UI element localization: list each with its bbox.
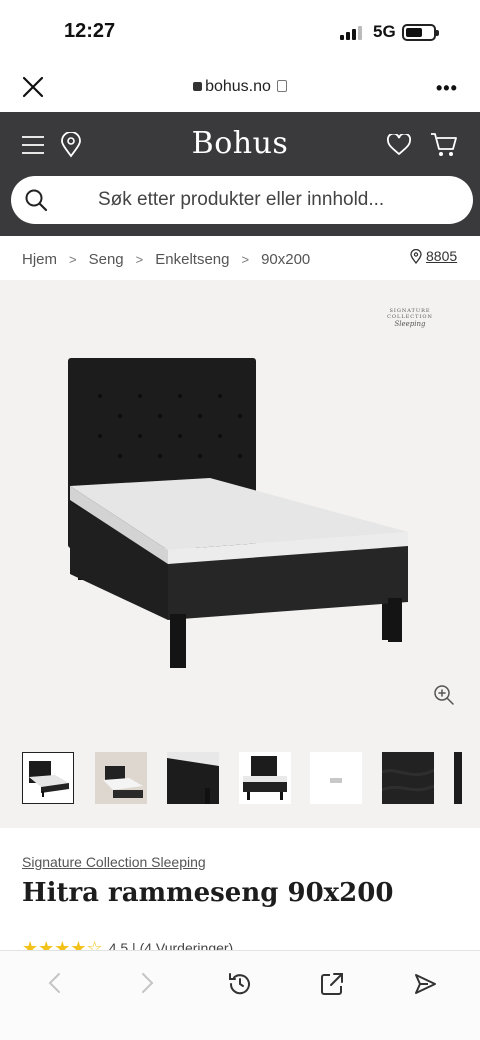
breadcrumb-item-enkeltseng[interactable]: Enkeltseng xyxy=(155,251,229,268)
url-text: bohus.no xyxy=(205,78,271,95)
share-icon[interactable] xyxy=(319,971,345,997)
zoom-icon[interactable] xyxy=(433,684,455,706)
thumbnail-2[interactable] xyxy=(95,752,147,804)
url-display[interactable]: bohus.no xyxy=(0,78,480,96)
heart-icon[interactable] xyxy=(386,134,412,156)
chevron-right-icon: > xyxy=(69,251,77,267)
search-placeholder: Søk etter produkter eller innhold... xyxy=(98,189,385,210)
breadcrumb-item-size[interactable]: 90x200 xyxy=(261,251,310,268)
forward-icon[interactable] xyxy=(138,971,156,995)
history-icon[interactable] xyxy=(227,971,253,997)
network-label: 5G xyxy=(373,22,396,41)
thumbnail-4[interactable] xyxy=(239,752,291,804)
thumbnail-3[interactable] xyxy=(167,752,219,804)
lock-icon xyxy=(193,82,203,91)
battery-icon xyxy=(402,24,439,41)
store-link[interactable]: 8805 xyxy=(410,248,457,264)
browser-toolbar xyxy=(0,950,480,1040)
signature-collection-logo: SIGNATURE COLLECTION Sleeping xyxy=(387,308,433,328)
search-icon xyxy=(25,189,48,212)
copy-icon[interactable] xyxy=(276,80,287,92)
chevron-right-icon: > xyxy=(241,251,250,267)
breadcrumb: Hjem > Seng > Enkeltseng > 90x200 xyxy=(22,248,310,270)
product-gallery: SIGNATURE COLLECTION Sleeping xyxy=(0,280,480,828)
more-options-icon[interactable]: ••• xyxy=(436,78,458,99)
site-header: Bohus Søk etter produkter eller innhold.… xyxy=(0,112,480,236)
breadcrumb-item-home[interactable]: Hjem xyxy=(22,251,57,268)
product-title: Hitra rammeseng 90x200 xyxy=(22,878,394,908)
back-icon[interactable] xyxy=(46,971,64,995)
location-pin-icon xyxy=(410,248,422,264)
chevron-right-icon: > xyxy=(135,251,144,267)
cart-icon[interactable] xyxy=(430,132,458,158)
store-number: 8805 xyxy=(426,248,458,264)
send-icon[interactable] xyxy=(412,971,438,997)
thumbnail-strip xyxy=(0,752,480,808)
product-image[interactable] xyxy=(60,354,420,674)
signal-icon xyxy=(340,26,366,40)
status-bar: 12:27 5G xyxy=(0,0,480,62)
thumbnail-1[interactable] xyxy=(22,752,74,804)
breadcrumb-item-seng[interactable]: Seng xyxy=(89,251,124,268)
thumbnail-5[interactable] xyxy=(310,752,362,804)
thumbnail-6[interactable] xyxy=(382,752,434,804)
status-time: 12:27 xyxy=(64,20,116,42)
thumbnail-7[interactable] xyxy=(454,752,462,804)
brand-link[interactable]: Signature Collection Sleeping xyxy=(22,854,206,870)
search-input[interactable]: Søk etter produkter eller innhold... xyxy=(11,176,473,224)
browser-url-bar: bohus.no ••• xyxy=(0,62,480,112)
